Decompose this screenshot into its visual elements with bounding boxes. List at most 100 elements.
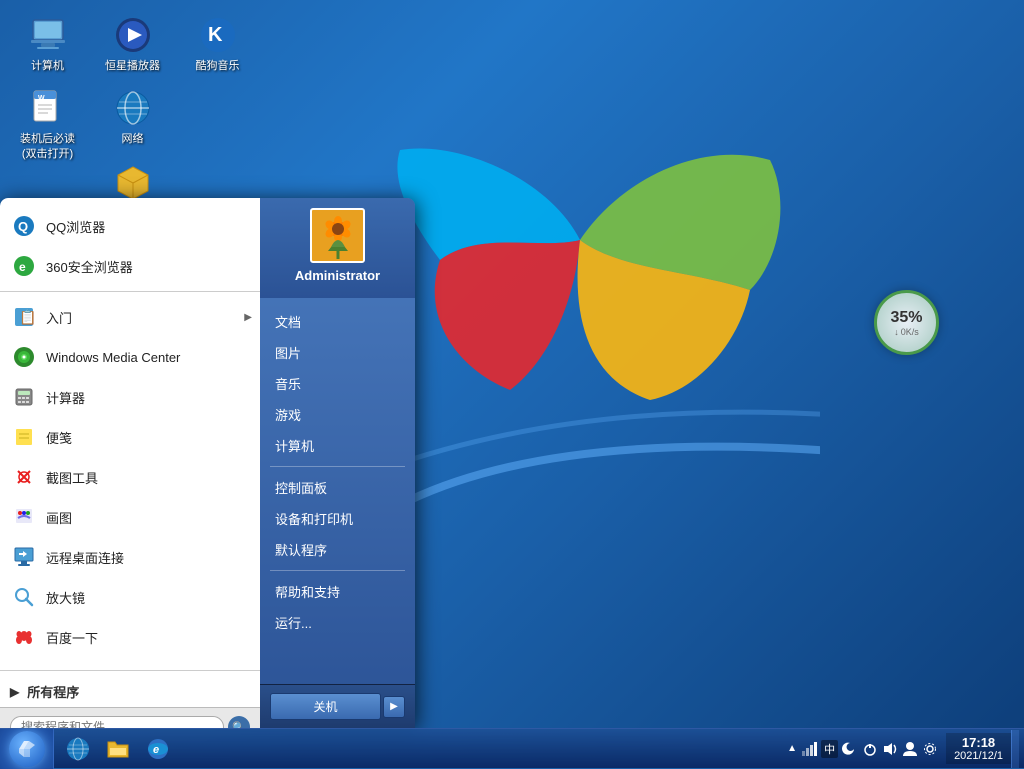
snipping-tool-label: 截图工具	[46, 468, 98, 487]
tray-cn-indicator[interactable]: 中	[821, 740, 838, 758]
right-item-music[interactable]: 音乐	[260, 368, 415, 399]
tray-power-icon	[862, 741, 878, 757]
start-item-snipping-tool[interactable]: 截图工具	[0, 457, 260, 497]
360-browser-label: 360安全浏览器	[46, 257, 133, 276]
start-item-intro[interactable]: 📋 入门 ▶	[0, 297, 260, 337]
paint-label: 画图	[46, 508, 72, 527]
tray-expand[interactable]: ▲	[787, 743, 797, 754]
right-menu-items: 文档 图片 音乐 游戏 计算机 控制面板 设备和打印机 默认程序	[260, 298, 415, 684]
svg-text:Q: Q	[18, 219, 28, 234]
windows-logo	[380, 120, 820, 540]
taskbar: e ▲ 中	[0, 728, 1024, 768]
start-item-calculator[interactable]: 计算器	[0, 377, 260, 417]
speed-rate: ↓ 0K/s	[894, 327, 919, 337]
tray-moon-icon	[842, 741, 858, 757]
desktop-icon-computer[interactable]: 计算机	[10, 10, 85, 78]
calculator-icon	[10, 383, 38, 411]
start-menu-left: Q QQ浏览器 e 360安全浏览器	[0, 198, 260, 728]
right-item-documents[interactable]: 文档	[260, 306, 415, 337]
install-guide-icon-label: 装机后必读(双击打开)	[15, 132, 80, 161]
taskbar-app-explorer[interactable]	[99, 732, 137, 766]
right-item-run[interactable]: 运行...	[260, 607, 415, 638]
right-divider	[270, 466, 405, 467]
computer-icon-label: 计算机	[31, 59, 64, 73]
install-guide-icon: W	[28, 88, 68, 128]
shutdown-button[interactable]: 关机	[270, 693, 381, 720]
user-avatar[interactable]	[310, 208, 365, 263]
desktop-icon-install-guide[interactable]: W 装机后必读(双击打开)	[10, 83, 85, 166]
search-button[interactable]: 🔍	[228, 716, 250, 728]
qq-browser-icon: Q	[10, 212, 38, 240]
start-button[interactable]	[0, 729, 54, 769]
svg-text:K: K	[208, 24, 223, 46]
svg-text:W: W	[38, 95, 45, 102]
show-desktop-button[interactable]	[1011, 730, 1019, 768]
wmc-label: Windows Media Center	[46, 350, 180, 365]
svg-text:e: e	[19, 260, 26, 274]
start-item-paint[interactable]: 画图	[0, 497, 260, 537]
right-item-computer[interactable]: 计算机	[260, 430, 415, 461]
user-name: Administrator	[295, 268, 380, 283]
start-item-360-browser[interactable]: e 360安全浏览器	[0, 246, 260, 286]
start-orb	[9, 731, 45, 767]
start-divider-2	[0, 670, 260, 671]
right-item-pictures[interactable]: 图片	[260, 337, 415, 368]
start-menu-items: Q QQ浏览器 e 360安全浏览器	[0, 198, 260, 665]
desktop-icon-media-player[interactable]: 恒星播放器	[95, 10, 170, 78]
taskbar-app-network[interactable]	[59, 732, 97, 766]
baidu-icon	[10, 623, 38, 651]
all-programs-item[interactable]: ▶ 所有程序	[0, 676, 260, 707]
start-divider-1	[0, 291, 260, 292]
network-icon	[113, 88, 153, 128]
right-item-devices-printers[interactable]: 设备和打印机	[260, 503, 415, 534]
desktop-icon-kugou[interactable]: K 酷狗音乐	[180, 10, 255, 78]
start-item-baidu[interactable]: 百度一下	[0, 617, 260, 657]
start-menu: Q QQ浏览器 e 360安全浏览器	[0, 198, 415, 728]
shutdown-bar: 关机 ▶	[260, 684, 415, 728]
start-search-bar: 🔍	[0, 707, 260, 728]
tray-user-icon	[902, 741, 918, 757]
snipping-tool-icon	[10, 463, 38, 491]
magnifier-icon	[10, 583, 38, 611]
shutdown-arrow-button[interactable]: ▶	[383, 696, 405, 718]
taskbar-app-ie[interactable]: e	[139, 732, 177, 766]
start-item-wmc[interactable]: Windows Media Center	[0, 337, 260, 377]
media-player-icon-label: 恒星播放器	[105, 59, 160, 73]
system-tray: ▲ 中	[779, 740, 946, 758]
right-item-default-programs[interactable]: 默认程序	[260, 534, 415, 565]
desktop-icon-network[interactable]: 网络	[95, 83, 170, 151]
clock-date: 2021/12/1	[954, 750, 1003, 762]
calculator-label: 计算器	[46, 388, 85, 407]
tray-settings-icon	[922, 741, 938, 757]
remote-desktop-label: 远程桌面连接	[46, 548, 124, 567]
intro-icon: 📋	[10, 303, 38, 331]
start-item-remote-desktop[interactable]: 远程桌面连接	[0, 537, 260, 577]
start-item-magnifier[interactable]: 放大镜	[0, 577, 260, 617]
remote-desktop-icon	[10, 543, 38, 571]
start-menu-right: Administrator 文档 图片 音乐 游戏 计算机 控制面板	[260, 198, 415, 728]
start-item-sticky-notes[interactable]: 便笺	[0, 417, 260, 457]
speed-percent: 35%	[890, 309, 922, 327]
taskbar-right-area: ▲ 中	[779, 730, 1024, 768]
computer-icon	[28, 15, 68, 55]
sticky-notes-icon	[10, 423, 38, 451]
search-input[interactable]	[10, 716, 224, 728]
clock[interactable]: 17:18 2021/12/1	[946, 733, 1011, 764]
magnifier-label: 放大镜	[46, 588, 85, 607]
clock-time: 17:18	[954, 735, 1003, 750]
qq-browser-label: QQ浏览器	[46, 217, 105, 236]
kugou-icon-label: 酷狗音乐	[196, 59, 240, 73]
desktop-icons-container: 计算机 W 装机后必读(双击打开) 恒星播放器	[10, 10, 260, 230]
tray-network-icon	[801, 741, 817, 757]
right-item-help[interactable]: 帮助和支持	[260, 576, 415, 607]
sticky-notes-label: 便笺	[46, 428, 72, 447]
start-item-qq-browser[interactable]: Q QQ浏览器	[0, 206, 260, 246]
network-icon-label: 网络	[122, 132, 144, 146]
right-item-control-panel[interactable]: 控制面板	[260, 472, 415, 503]
right-item-games[interactable]: 游戏	[260, 399, 415, 430]
speed-widget: 35% ↓ 0K/s	[874, 290, 939, 355]
svg-text:e: e	[153, 744, 159, 756]
kugou-icon: K	[198, 15, 238, 55]
wmc-icon	[10, 343, 38, 371]
svg-text:📋: 📋	[19, 309, 35, 326]
